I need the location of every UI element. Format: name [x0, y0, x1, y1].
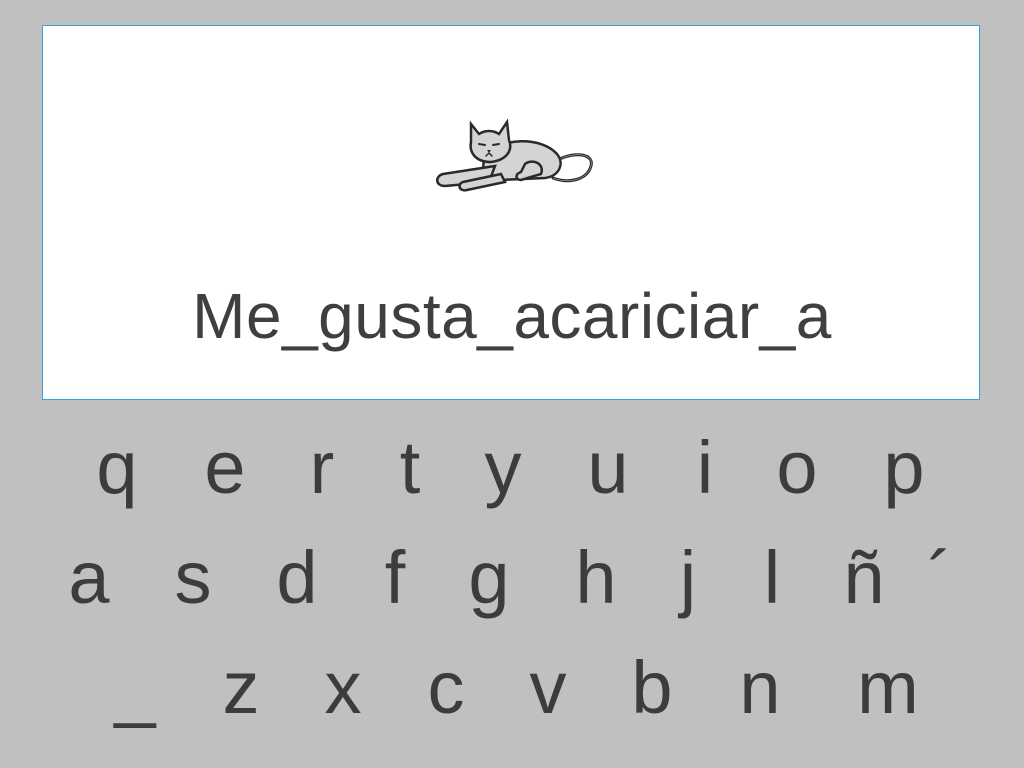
key-a[interactable]: a	[49, 528, 129, 628]
key-e[interactable]: e	[185, 418, 265, 518]
sentence-text: Me_gusta_acariciar_a	[192, 280, 832, 352]
key-u[interactable]: u	[568, 418, 648, 518]
key-p[interactable]: p	[864, 418, 944, 518]
key-acute-accent[interactable]: ´	[900, 528, 980, 628]
key-m[interactable]: m	[838, 638, 938, 738]
key-n[interactable]: n	[720, 638, 800, 738]
cat-lying-icon	[436, 118, 593, 192]
key-t[interactable]: t	[370, 418, 450, 518]
key-h[interactable]: h	[556, 528, 636, 628]
key-y[interactable]: y	[463, 418, 543, 518]
sentence-panel: Me_gusta_acariciar_a	[42, 25, 980, 400]
key-j[interactable]: j	[648, 528, 728, 628]
key-i[interactable]: i	[665, 418, 745, 518]
key-x[interactable]: x	[303, 638, 383, 738]
key-z[interactable]: z	[201, 638, 281, 738]
key-n-tilde[interactable]: ñ	[824, 528, 904, 628]
key-underscore[interactable]: _	[95, 638, 175, 738]
key-s[interactable]: s	[153, 528, 233, 628]
key-r[interactable]: r	[282, 418, 362, 518]
key-o[interactable]: o	[757, 418, 837, 518]
key-g[interactable]: g	[449, 528, 529, 628]
key-b[interactable]: b	[612, 638, 692, 738]
key-c[interactable]: c	[406, 638, 486, 738]
key-f[interactable]: f	[355, 528, 435, 628]
key-q[interactable]: q	[77, 418, 157, 518]
key-d[interactable]: d	[257, 528, 337, 628]
app-stage: Me_gusta_acariciar_a q e r t y u i o p a…	[0, 0, 1024, 768]
key-v[interactable]: v	[508, 638, 588, 738]
key-l[interactable]: l	[732, 528, 812, 628]
